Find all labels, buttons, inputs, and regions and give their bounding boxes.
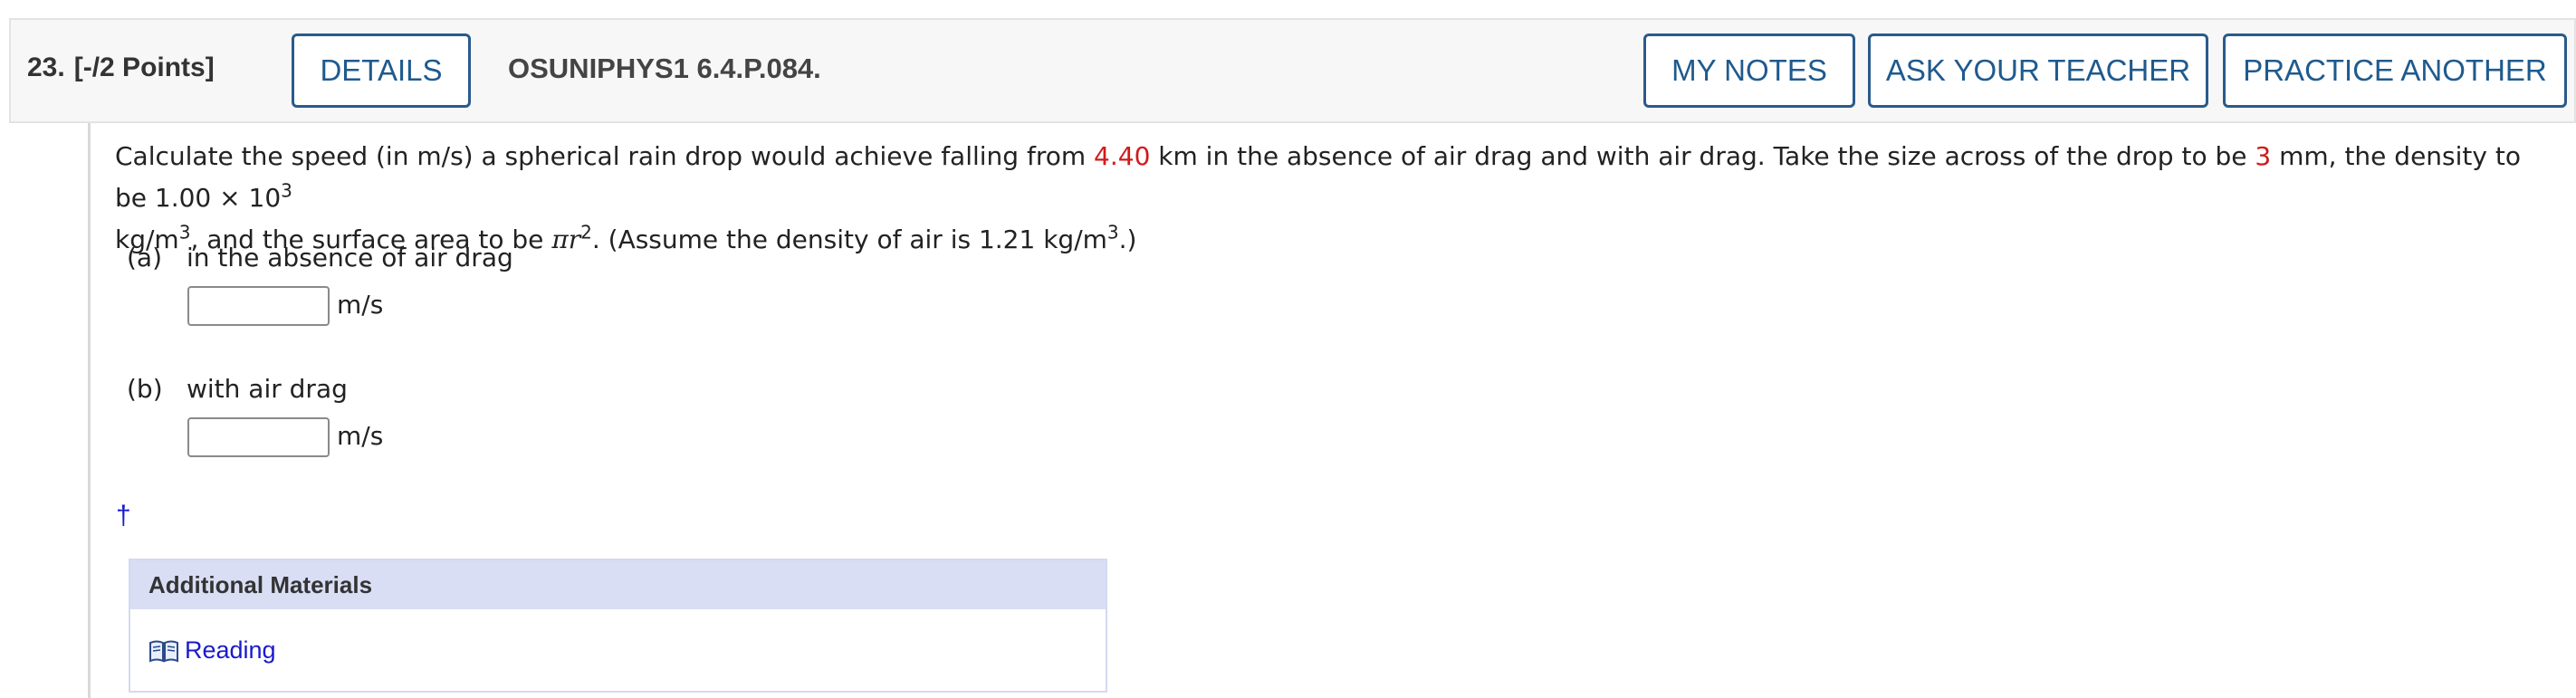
exponent: 2	[580, 221, 592, 244]
part-b-text: with air drag	[187, 374, 348, 404]
reading-link[interactable]: Reading	[148, 636, 276, 665]
book-icon	[148, 638, 179, 664]
exponent: 3	[1106, 221, 1119, 244]
pi-r-symbol: πr	[551, 225, 581, 254]
question-left-rule	[88, 123, 91, 698]
part-b-answer-input[interactable]	[187, 417, 330, 457]
ask-teacher-button[interactable]: ASK YOUR TEACHER	[1868, 33, 2208, 108]
problem-text: .)	[1118, 225, 1137, 254]
part-a-letter: (a)	[127, 243, 163, 273]
question-number: 23. [-/2 Points]	[27, 53, 215, 83]
part-a-answer-input[interactable]	[187, 286, 330, 326]
problem-text: . (Assume the density of air is 1.21 kg/…	[591, 225, 1107, 254]
part-b-letter: (b)	[127, 374, 163, 404]
part-b-unit: m/s	[337, 421, 384, 451]
height-value: 4.40	[1094, 141, 1151, 171]
part-a-label: (a) in the absence of air drag	[127, 243, 513, 273]
problem-text: Calculate the speed (in m/s) a spherical…	[115, 141, 1095, 171]
question-code: OSUNIPHYS1 6.4.P.084.	[508, 53, 821, 84]
details-button[interactable]: DETAILS	[292, 33, 471, 108]
size-value: 3	[2255, 141, 2272, 171]
part-b-label: (b) with air drag	[127, 374, 348, 404]
question-number-text: 23.	[27, 53, 65, 82]
my-notes-button[interactable]: MY NOTES	[1643, 33, 1855, 108]
points-label: [-/2 Points]	[73, 53, 215, 82]
additional-materials-header: Additional Materials	[130, 560, 1106, 609]
exponent: 3	[281, 179, 292, 202]
additional-materials-panel: Additional Materials Reading	[129, 559, 1107, 693]
dagger-footnote-link[interactable]: †	[116, 501, 131, 531]
part-a-unit: m/s	[337, 290, 384, 320]
exponent: 3	[178, 221, 191, 244]
problem-text: km in the absence of air drag and with a…	[1150, 141, 2255, 171]
reading-link-label: Reading	[185, 636, 276, 664]
part-a-text: in the absence of air drag	[187, 243, 513, 273]
practice-another-button[interactable]: PRACTICE ANOTHER	[2223, 33, 2567, 108]
